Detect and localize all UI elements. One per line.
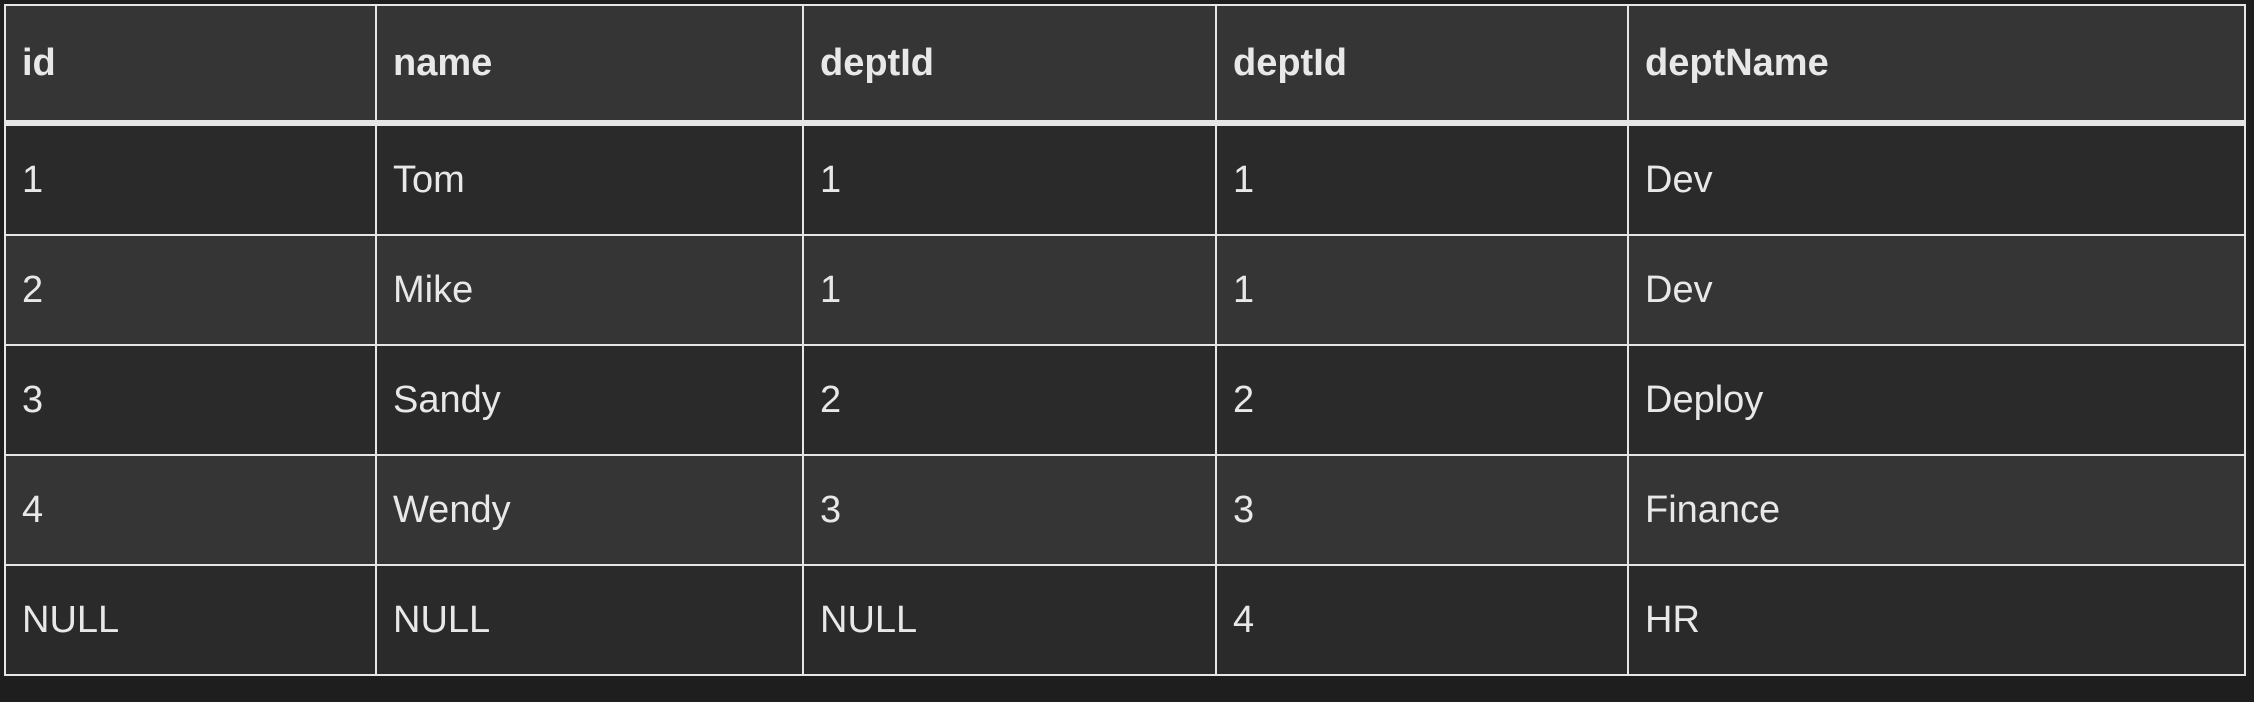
- column-header-deptid: deptId: [802, 4, 1217, 126]
- table-cell: 1: [802, 122, 1217, 236]
- table-header-row: id name deptId deptId deptName: [4, 4, 2246, 126]
- table-cell: Dev: [1627, 234, 2246, 346]
- table-cell: NULL: [802, 564, 1217, 676]
- table-cell: NULL: [375, 564, 804, 676]
- table-cell: Mike: [375, 234, 804, 346]
- table-row: 4 Wendy 3 3 Finance: [4, 454, 2246, 566]
- table-cell: 4: [4, 454, 377, 566]
- table-cell: 3: [1215, 454, 1629, 566]
- table-cell: Deploy: [1627, 344, 2246, 456]
- table-cell: 1: [1215, 234, 1629, 346]
- column-header-name: name: [375, 4, 804, 126]
- table-row: NULL NULL NULL 4 HR: [4, 564, 2246, 676]
- table-cell: 1: [802, 234, 1217, 346]
- join-result-table: id name deptId deptId deptName 1 Tom 1 1…: [4, 4, 2246, 676]
- column-header-id: id: [4, 4, 377, 126]
- table-row: 2 Mike 1 1 Dev: [4, 234, 2246, 346]
- table-cell: HR: [1627, 564, 2246, 676]
- table-cell: 1: [4, 122, 377, 236]
- table-cell: Finance: [1627, 454, 2246, 566]
- result-table-container: id name deptId deptId deptName 1 Tom 1 1…: [4, 4, 2246, 676]
- table-cell: NULL: [4, 564, 377, 676]
- column-header-deptid-2: deptId: [1215, 4, 1629, 126]
- table-cell: 2: [802, 344, 1217, 456]
- table-cell: Wendy: [375, 454, 804, 566]
- table-cell: 2: [4, 234, 377, 346]
- table-cell: 2: [1215, 344, 1629, 456]
- table-cell: Dev: [1627, 122, 2246, 236]
- table-cell: Sandy: [375, 344, 804, 456]
- table-cell: Tom: [375, 122, 804, 236]
- table-cell: 3: [802, 454, 1217, 566]
- table-row: 1 Tom 1 1 Dev: [4, 122, 2246, 236]
- column-header-deptname: deptName: [1627, 4, 2246, 126]
- table-row: 3 Sandy 2 2 Deploy: [4, 344, 2246, 456]
- table-cell: 4: [1215, 564, 1629, 676]
- table-cell: 1: [1215, 122, 1629, 236]
- table-cell: 3: [4, 344, 377, 456]
